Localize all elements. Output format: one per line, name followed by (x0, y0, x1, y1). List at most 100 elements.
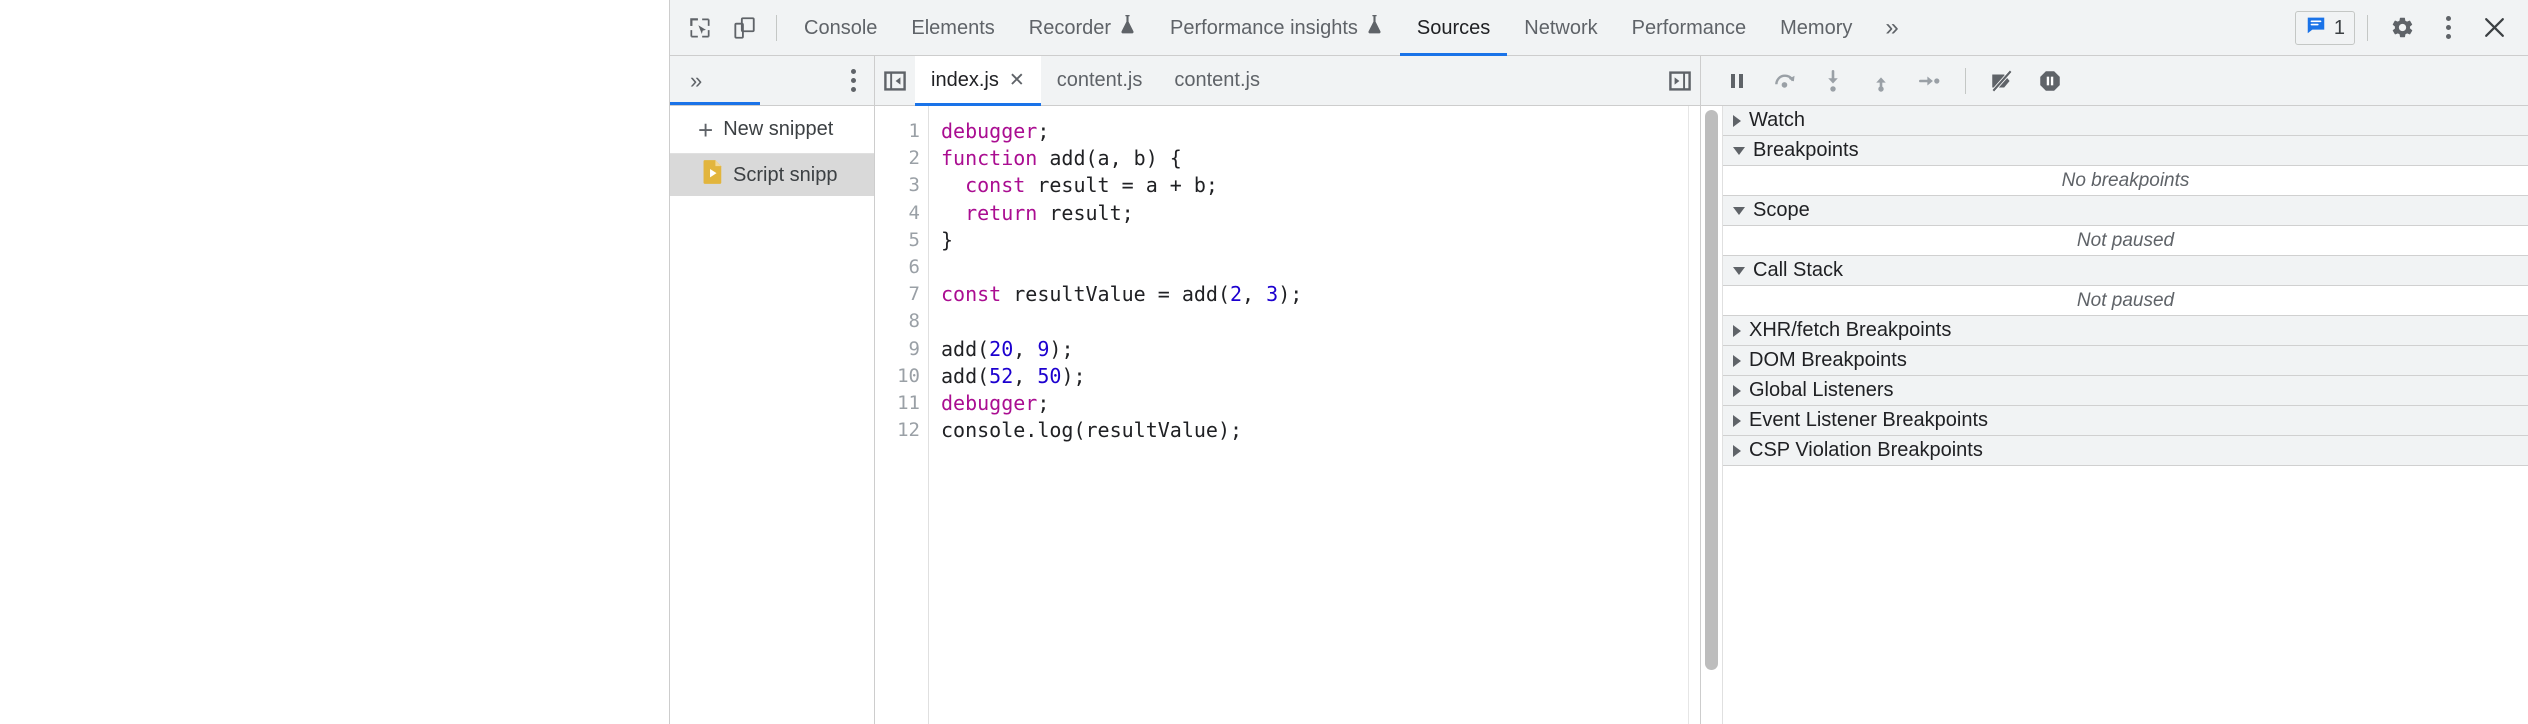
debugger-empty-area (1723, 466, 2528, 724)
chevron-down-icon (1733, 206, 1745, 215)
tab-console[interactable]: Console (787, 0, 894, 56)
navigator-more-options-icon[interactable] (843, 69, 864, 92)
code-number: 20 (989, 336, 1014, 361)
pause-on-exceptions-icon[interactable] (2028, 61, 2072, 101)
open-file-tabs: index.js ✕ content.js content.js (915, 55, 1660, 106)
section-header-csp-violation-breakpoints[interactable]: CSP Violation Breakpoints (1723, 436, 2528, 466)
section-header-xhr-fetch-breakpoints[interactable]: XHR/fetch Breakpoints (1723, 316, 2528, 346)
line-number: 3 (908, 174, 920, 197)
code-number: 50 (1037, 363, 1062, 388)
step-into-next-function-call-icon[interactable] (1811, 61, 1855, 101)
issues-counter-button[interactable]: 1 (2294, 10, 2355, 45)
line-number: 10 (897, 364, 920, 387)
section-title: CSP Violation Breakpoints (1749, 439, 1983, 461)
code-text: console.log(resultValue); (941, 418, 1243, 443)
editor-tab-label: index.js (931, 69, 999, 91)
section-header-dom-breakpoints[interactable]: DOM Breakpoints (1723, 346, 2528, 376)
more-vertical-icon[interactable] (2426, 6, 2470, 50)
issues-message-icon (2305, 14, 2327, 41)
chevron-right-icon (1733, 324, 1741, 337)
new-snippet-button[interactable]: + New snippet (670, 106, 874, 154)
section-title: DOM Breakpoints (1749, 349, 1907, 371)
inspect-element-icon[interactable] (678, 6, 722, 50)
debugger-sections: Watch Breakpoints No breakpoints Scope Not p… (1701, 106, 2528, 724)
close-icon[interactable]: ✕ (1009, 71, 1025, 90)
line-number: 8 (908, 310, 920, 333)
panel-expand-right-icon[interactable] (1660, 56, 1700, 106)
chevron-down-icon (1733, 266, 1745, 275)
section-header-event-listener-breakpoints[interactable]: Event Listener Breakpoints (1723, 406, 2528, 436)
tab-sources[interactable]: Sources (1399, 0, 1508, 56)
tab-memory[interactable]: Memory (1763, 0, 1869, 56)
step-icon[interactable] (1907, 61, 1951, 101)
code-text: ); (1278, 282, 1303, 307)
editor-tab-content-js-2[interactable]: content.js (1158, 56, 1276, 106)
tab-label: Console (804, 16, 878, 39)
code-line: } (941, 227, 1700, 254)
line-number: 11 (897, 392, 920, 415)
step-out-of-current-function-icon[interactable] (1859, 61, 1903, 101)
scrollbar-thumb[interactable] (1705, 110, 1718, 670)
code-content[interactable]: debugger; function add(a, b) { const resu… (929, 106, 1700, 724)
code-line: const result = a + b; (941, 172, 1700, 199)
line-number: 1 (908, 120, 920, 142)
tab-label: Performance insights (1170, 16, 1358, 39)
toolbar-divider (1965, 67, 1966, 94)
code-keyword: debugger (941, 119, 1038, 143)
line-number: 12 (897, 419, 920, 442)
section-header-watch[interactable]: Watch (1723, 106, 2528, 136)
code-number: 9 (1037, 336, 1050, 361)
more-tabs-icon[interactable]: » (1869, 15, 1914, 40)
section-header-scope[interactable]: Scope (1723, 196, 2528, 226)
chevron-right-icon (1733, 384, 1741, 397)
debugger-accordion-list: Watch Breakpoints No breakpoints Scope Not p… (1723, 106, 2528, 724)
code-line: const resultValue = add(2, 3); (941, 281, 1700, 308)
web-page-viewport (0, 0, 670, 724)
tab-recorder[interactable]: Recorder (1012, 0, 1153, 56)
sources-panel-body: » + New snippet Script snipp index.js ✕ … (670, 55, 2528, 724)
line-number: 7 (908, 283, 920, 306)
step-over-next-function-call-icon[interactable] (1763, 61, 1807, 101)
gear-icon[interactable] (2380, 6, 2424, 50)
section-header-global-listeners[interactable]: Global Listeners (1723, 376, 2528, 406)
section-title: Watch (1749, 109, 1805, 131)
section-title: Event Listener Breakpoints (1749, 409, 1989, 431)
code-text: ); (1061, 363, 1086, 388)
tab-label: Memory (1780, 16, 1853, 39)
code-text: , (1013, 363, 1038, 388)
more-navigator-tabs-icon[interactable]: » (680, 69, 712, 92)
devtools-panel: Console Elements Recorder Performance in… (670, 0, 2528, 724)
section-header-call-stack[interactable]: Call Stack (1723, 256, 2528, 286)
code-keyword: return (965, 200, 1038, 225)
tab-label: Sources (1416, 16, 1491, 39)
editor-scrollbar[interactable] (1688, 106, 1700, 724)
chevron-right-icon (1733, 354, 1741, 367)
devtools-main-toolbar: Console Elements Recorder Performance in… (670, 0, 2528, 56)
code-text: , (1013, 336, 1038, 361)
list-item-script-snippet[interactable]: Script snipp (670, 154, 874, 196)
chevron-down-icon (1733, 146, 1745, 155)
code-text: ; (1037, 391, 1050, 416)
tab-elements[interactable]: Elements (894, 0, 1011, 56)
tab-network[interactable]: Network (1507, 0, 1614, 56)
code-text: ; (1037, 119, 1050, 143)
tab-performance[interactable]: Performance (1615, 0, 1764, 56)
editor-tab-content-js-1[interactable]: content.js (1041, 56, 1159, 106)
panel-collapse-left-icon[interactable] (875, 56, 915, 106)
device-toolbar-icon[interactable] (722, 6, 766, 50)
line-number: 6 (908, 256, 920, 279)
section-header-breakpoints[interactable]: Breakpoints (1723, 136, 2528, 166)
code-editor[interactable]: 1 2 3 4 5 6 7 8 9 10 11 12 debugger; func… (875, 106, 1700, 724)
navigator-empty-area (670, 196, 874, 724)
debugger-scrollbar[interactable] (1701, 106, 1723, 724)
code-text: result; (1037, 200, 1134, 225)
code-text: resultValue = add( (1001, 282, 1230, 307)
deactivate-breakpoints-icon[interactable] (1980, 61, 2024, 101)
resume-script-execution-icon[interactable] (1715, 61, 1759, 101)
close-icon[interactable] (2472, 6, 2516, 50)
section-empty-message: Not paused (1723, 226, 2528, 256)
tab-performance-insights[interactable]: Performance insights (1153, 0, 1400, 56)
editor-tab-index-js[interactable]: index.js ✕ (915, 55, 1041, 106)
section-empty-message: No breakpoints (1723, 166, 2528, 196)
